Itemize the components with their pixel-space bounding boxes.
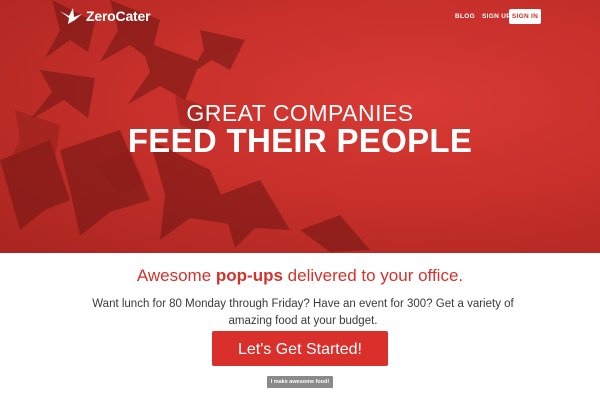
nav-signup-link[interactable]: SIGN UP [482, 13, 511, 20]
top-nav: ZeroCater BLOG SIGN UP SIGN IN [0, 0, 600, 34]
tagline-pre: Awesome [136, 266, 216, 285]
nav-blog-link[interactable]: BLOG [455, 13, 475, 20]
caterer-signup-button[interactable]: I make awesome food! [267, 376, 333, 388]
brand-logo[interactable]: ZeroCater [60, 8, 151, 24]
get-started-button[interactable]: Let's Get Started! [212, 331, 388, 366]
brand-name: ZeroCater [86, 8, 151, 24]
hero-headline-line2: FEED THEIR PEOPLE [127, 122, 473, 159]
tagline-post: delivered to your office. [282, 266, 464, 285]
tagline: Awesome pop-ups delivered to your office… [0, 266, 600, 286]
hero-banner: ZeroCater BLOG SIGN UP SIGN IN GREAT COM… [0, 0, 600, 253]
tagline-bold: pop-ups [215, 266, 283, 285]
description-text: Want lunch for 80 Monday through Friday?… [92, 298, 514, 327]
crane-logo-icon [60, 8, 82, 24]
sign-in-button[interactable]: SIGN IN [509, 9, 541, 24]
